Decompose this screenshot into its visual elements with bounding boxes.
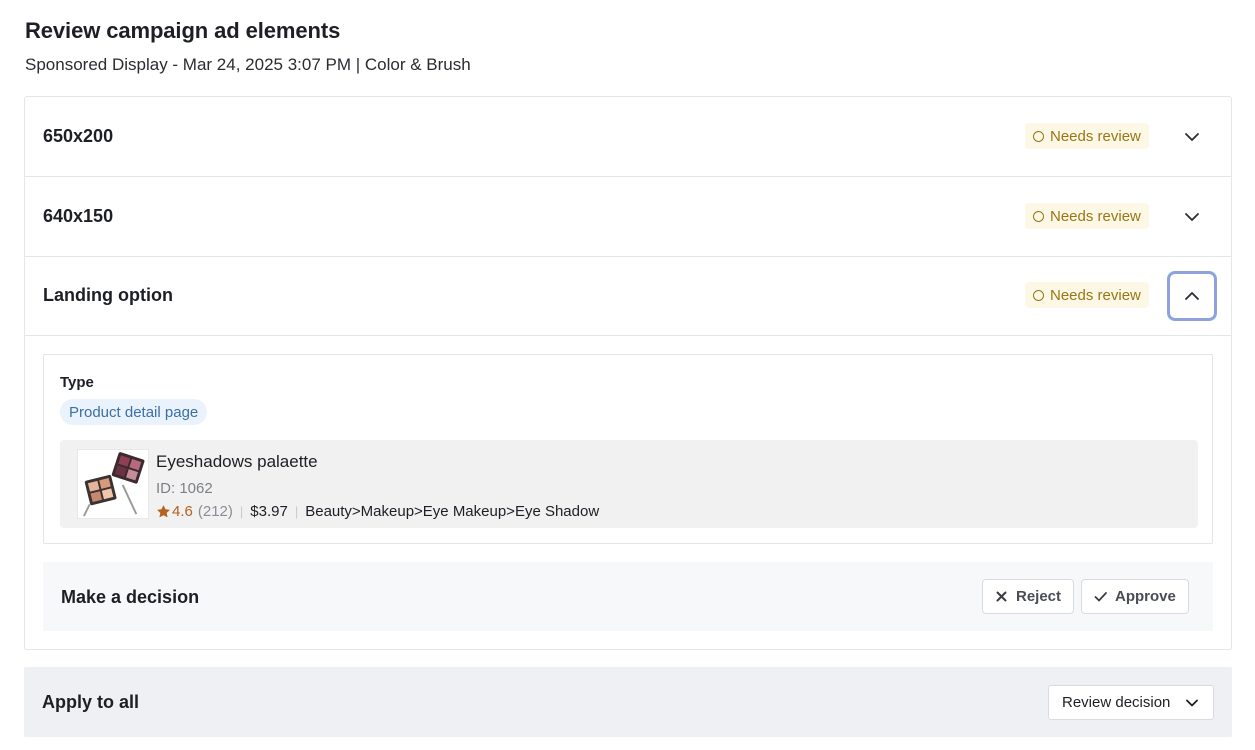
type-label: Type xyxy=(60,374,94,391)
status-text: Needs review xyxy=(1050,127,1141,145)
accordion-title: 650x200 xyxy=(43,126,114,146)
product-review-count: (212) xyxy=(197,503,233,520)
check-icon xyxy=(1094,592,1107,602)
review-decision-label: Review decision xyxy=(1062,694,1171,711)
apply-to-all-title: Apply to all xyxy=(42,692,140,712)
status-badge: Needs review xyxy=(1025,203,1149,229)
product-price: $3.97 xyxy=(250,503,288,520)
circle-icon xyxy=(1033,289,1044,301)
expand-button[interactable] xyxy=(1167,112,1217,162)
status-badge: Needs review xyxy=(1025,282,1149,308)
approve-button[interactable]: Approve xyxy=(1081,579,1189,614)
chevron-up-icon xyxy=(1185,292,1199,300)
star-icon xyxy=(157,505,170,518)
landing-type-card: Type Product detail page Eyeshadows pala… xyxy=(43,354,1213,544)
collapse-button[interactable] xyxy=(1167,271,1217,321)
accordion-title: Landing option xyxy=(43,285,173,305)
circle-icon xyxy=(1033,130,1044,142)
separator: | xyxy=(294,504,299,519)
type-chip: Product detail page xyxy=(60,399,208,425)
product-id: ID: 1062 xyxy=(156,480,213,497)
status-badge: Needs review xyxy=(1025,123,1149,149)
accordion-row-650x200[interactable]: 650x200 Needs review xyxy=(25,97,1231,177)
expand-button[interactable] xyxy=(1167,192,1217,242)
ad-elements-panel: 650x200 Needs review 640x150 Needs revie… xyxy=(24,96,1232,650)
reject-label: Reject xyxy=(1016,588,1062,605)
accordion-row-640x150[interactable]: 640x150 Needs review xyxy=(25,177,1231,257)
product-image xyxy=(77,449,149,519)
decision-title: Make a decision xyxy=(61,587,200,607)
approve-label: Approve xyxy=(1115,588,1176,605)
chevron-down-icon xyxy=(1185,213,1199,221)
page-subtitle: Sponsored Display - Mar 24, 2025 3:07 PM… xyxy=(25,55,471,74)
close-icon xyxy=(996,591,1007,602)
accordion-row-landing-option[interactable]: Landing option Needs review xyxy=(25,256,1231,336)
product-name: Eyeshadows palaette xyxy=(156,452,318,471)
apply-to-all-bar: Apply to all Review decision xyxy=(24,667,1232,737)
status-text: Needs review xyxy=(1050,286,1141,304)
decision-bar: Make a decision Reject Approve xyxy=(43,562,1213,631)
chevron-down-icon xyxy=(1186,699,1198,706)
product-meta: 4.6 (212) | $3.97 | Beauty>Makeup>Eye Ma… xyxy=(156,503,599,520)
separator: | xyxy=(239,504,244,519)
chevron-down-icon xyxy=(1185,133,1199,141)
page-title: Review campaign ad elements xyxy=(25,18,341,43)
circle-icon xyxy=(1033,210,1044,222)
accordion-title: 640x150 xyxy=(43,206,114,226)
status-text: Needs review xyxy=(1050,207,1141,225)
review-decision-dropdown[interactable]: Review decision xyxy=(1048,685,1214,720)
product-category: Beauty>Makeup>Eye Makeup>Eye Shadow xyxy=(305,503,600,520)
product-rating: 4.6 xyxy=(172,503,193,520)
product-card: Eyeshadows palaette ID: 1062 4.6 (212) |… xyxy=(60,440,1198,528)
reject-button[interactable]: Reject xyxy=(982,579,1075,614)
